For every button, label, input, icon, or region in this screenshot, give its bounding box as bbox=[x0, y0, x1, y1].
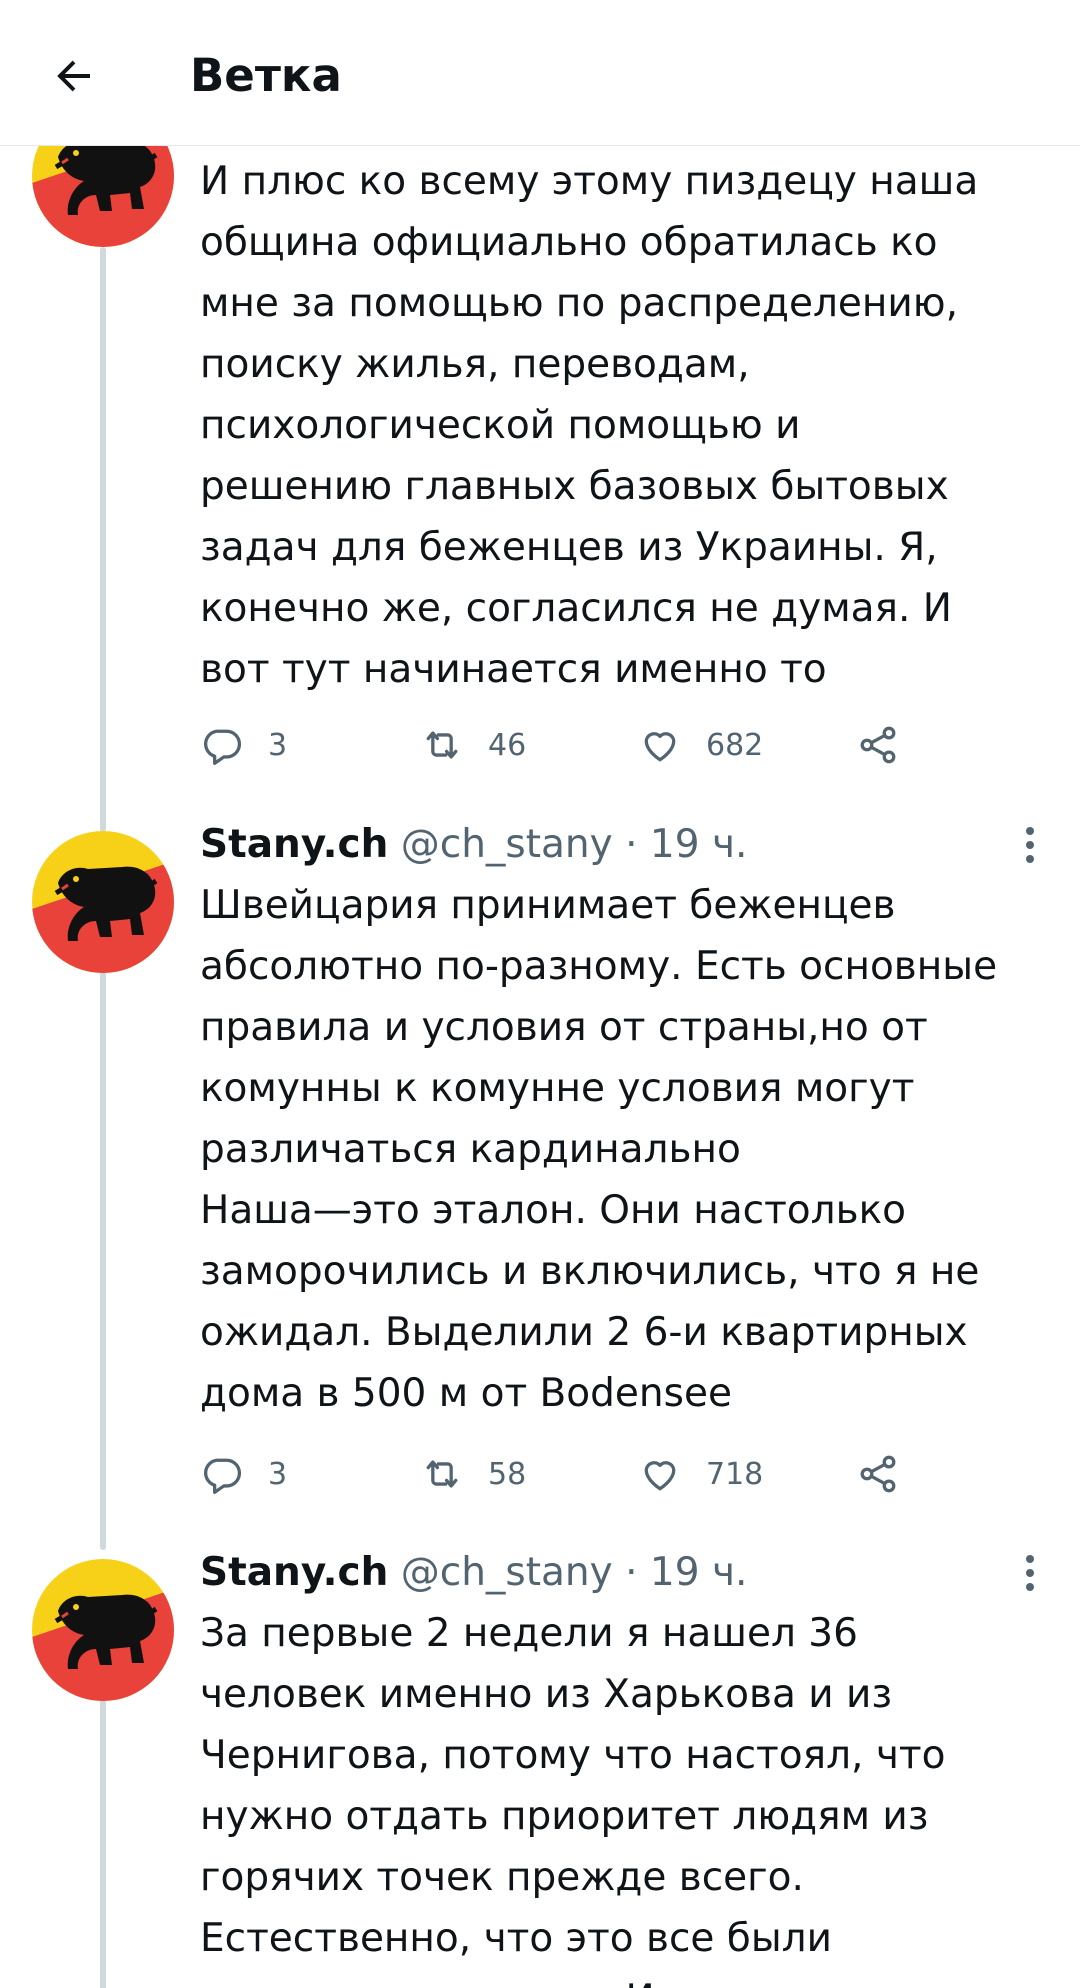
page-title: Ветка bbox=[190, 49, 342, 102]
more-vertical-icon bbox=[1026, 1555, 1034, 1591]
bern-bear-avatar-image bbox=[32, 831, 174, 973]
tweet-text-line: ожидал. Выделили 2 6-и квартирных bbox=[200, 1310, 968, 1355]
tweet[interactable]: Stany.ch @ch_stany · 19 ч. За первые 2 н… bbox=[0, 1543, 1080, 1988]
tweet-text-line: дома в 500 м от Bodensee bbox=[200, 1371, 732, 1416]
tweet-text-line: вот тут начинается именно то bbox=[200, 647, 827, 692]
tweet-text: И плюс ко всему этому пиздецу наша общин… bbox=[200, 151, 1060, 700]
like-count: 682 bbox=[706, 727, 764, 763]
retweet-count: 58 bbox=[488, 1456, 527, 1492]
tweet-text: Швейцария принимает беженцев абсолютно п… bbox=[200, 875, 1060, 1424]
tweet-text-line: Наша—это эталон. Они настолько bbox=[200, 1188, 906, 1233]
thread-feed[interactable]: И плюс ко всему этому пиздецу наша общин… bbox=[0, 145, 1080, 1988]
avatar[interactable] bbox=[32, 145, 174, 247]
tweet-text-line: Естественно, что это все были bbox=[200, 1916, 832, 1961]
tweet-actions: 3 58 718 bbox=[200, 1442, 920, 1506]
more-vertical-icon bbox=[1026, 827, 1034, 863]
tweet-text-line: человек именно из Харькова и из bbox=[200, 1672, 893, 1717]
retweet-icon bbox=[426, 1460, 458, 1488]
author-name[interactable]: Stany.ch bbox=[200, 822, 388, 867]
tweet-actions: 3 46 682 bbox=[200, 713, 920, 777]
tweet-text-line: община официально обратилась ко bbox=[200, 220, 938, 265]
tweet-text-line: За первые 2 недели я нашел 36 bbox=[200, 1611, 858, 1656]
author-name[interactable]: Stany.ch bbox=[200, 1550, 388, 1595]
like-button[interactable]: 682 bbox=[638, 713, 763, 777]
share-icon bbox=[860, 726, 896, 764]
tweet-text-line: абсолютно по-разному. Есть основные bbox=[200, 944, 998, 989]
tweet-text-line: нужно отдать приоритет людям из bbox=[200, 1794, 929, 1839]
tweet-text-line: психологической помощью и bbox=[200, 403, 801, 448]
author-handle-time: @ch_stany · 19 ч. bbox=[400, 1550, 748, 1595]
retweet-button[interactable]: 58 bbox=[420, 1442, 526, 1506]
tweet-text-line: поиску жилья, переводам, bbox=[200, 342, 750, 387]
tweet-text-line: мне за помощью по распределению, bbox=[200, 281, 958, 326]
bern-bear-avatar-image bbox=[32, 145, 174, 247]
arrow-left-icon bbox=[57, 60, 90, 92]
tweet-text-line: решению главных базовых бытовых bbox=[200, 464, 949, 509]
tweet[interactable]: Stany.ch @ch_stany · 19 ч. Швейцария при… bbox=[0, 815, 1080, 1545]
tweet-text-line: И плюс ко всему этому пиздецу наша bbox=[200, 159, 979, 204]
like-button[interactable]: 718 bbox=[638, 1442, 763, 1506]
tweet-header: Stany.ch @ch_stany · 19 ч. bbox=[200, 1543, 747, 1603]
retweet-count: 46 bbox=[488, 727, 527, 763]
tweet-text-line: заморочились и включились, что я не bbox=[200, 1249, 980, 1294]
more-button[interactable] bbox=[1010, 815, 1050, 875]
tweet-text-line: задач для беженцев из Украины. Я, bbox=[200, 525, 938, 570]
tweet-text-line: женщины с детьми. И. bbox=[200, 1969, 1060, 1988]
share-icon bbox=[860, 1455, 896, 1493]
author-handle-time: @ch_stany · 19 ч. bbox=[400, 822, 748, 867]
more-button[interactable] bbox=[1010, 1543, 1050, 1603]
heart-icon bbox=[644, 732, 676, 762]
reply-icon bbox=[204, 1458, 242, 1494]
like-count: 718 bbox=[706, 1456, 764, 1492]
tweet-text-line: конечно же, согласился не думая. И bbox=[200, 586, 952, 631]
reply-count: 3 bbox=[268, 727, 288, 763]
avatar[interactable] bbox=[32, 831, 174, 973]
tweet-text-line: комунны к комунне условия могут bbox=[200, 1066, 915, 1111]
tweet-header: Stany.ch @ch_stany · 19 ч. bbox=[200, 815, 747, 875]
tweet-text-line: различаться кардинально bbox=[200, 1127, 741, 1172]
tweet-text: За первые 2 недели я нашел 36 человек им… bbox=[200, 1603, 1060, 1988]
share-button[interactable] bbox=[856, 713, 900, 777]
tweet-text-line: Чернигова, потому что настоял, что bbox=[200, 1733, 946, 1778]
heart-icon bbox=[644, 1461, 676, 1491]
reply-icon bbox=[204, 729, 242, 765]
reply-button[interactable]: 3 bbox=[200, 713, 287, 777]
back-button[interactable] bbox=[38, 40, 110, 112]
tweet-text-line: горячих точек прежде всего. bbox=[200, 1855, 804, 1900]
reply-button[interactable]: 3 bbox=[200, 1442, 287, 1506]
top-bar: Ветка bbox=[0, 0, 1080, 146]
retweet-button[interactable]: 46 bbox=[420, 713, 526, 777]
tweet-text-line: правила и условия от страны,но от bbox=[200, 1005, 928, 1050]
tweet[interactable]: И плюс ко всему этому пиздецу наша общин… bbox=[0, 145, 1080, 835]
share-button[interactable] bbox=[856, 1442, 900, 1506]
tweet-text-line: Швейцария принимает беженцев bbox=[200, 883, 896, 928]
reply-count: 3 bbox=[268, 1456, 288, 1492]
bern-bear-avatar-image bbox=[32, 1559, 174, 1701]
avatar[interactable] bbox=[32, 1559, 174, 1701]
retweet-icon bbox=[426, 731, 458, 759]
